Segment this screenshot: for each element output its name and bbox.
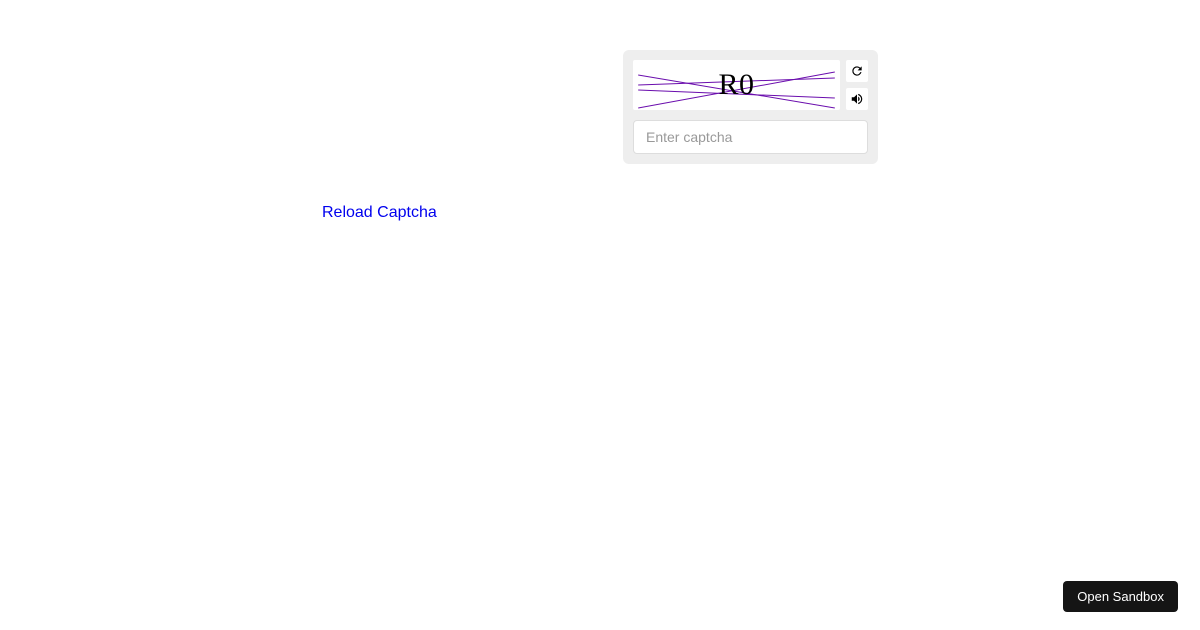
- audio-button[interactable]: [846, 88, 868, 110]
- open-sandbox-button[interactable]: Open Sandbox: [1063, 581, 1178, 612]
- captcha-image: R0: [633, 60, 840, 110]
- speaker-icon: [850, 92, 864, 106]
- refresh-icon: [850, 64, 864, 78]
- reload-captcha-link[interactable]: Reload Captcha: [322, 204, 437, 222]
- captcha-text: R0: [718, 68, 754, 102]
- captcha-input[interactable]: [633, 120, 868, 154]
- refresh-button[interactable]: [846, 60, 868, 82]
- captcha-widget: R0: [623, 50, 878, 164]
- captcha-top-row: R0: [633, 60, 868, 110]
- captcha-icons: [846, 60, 868, 110]
